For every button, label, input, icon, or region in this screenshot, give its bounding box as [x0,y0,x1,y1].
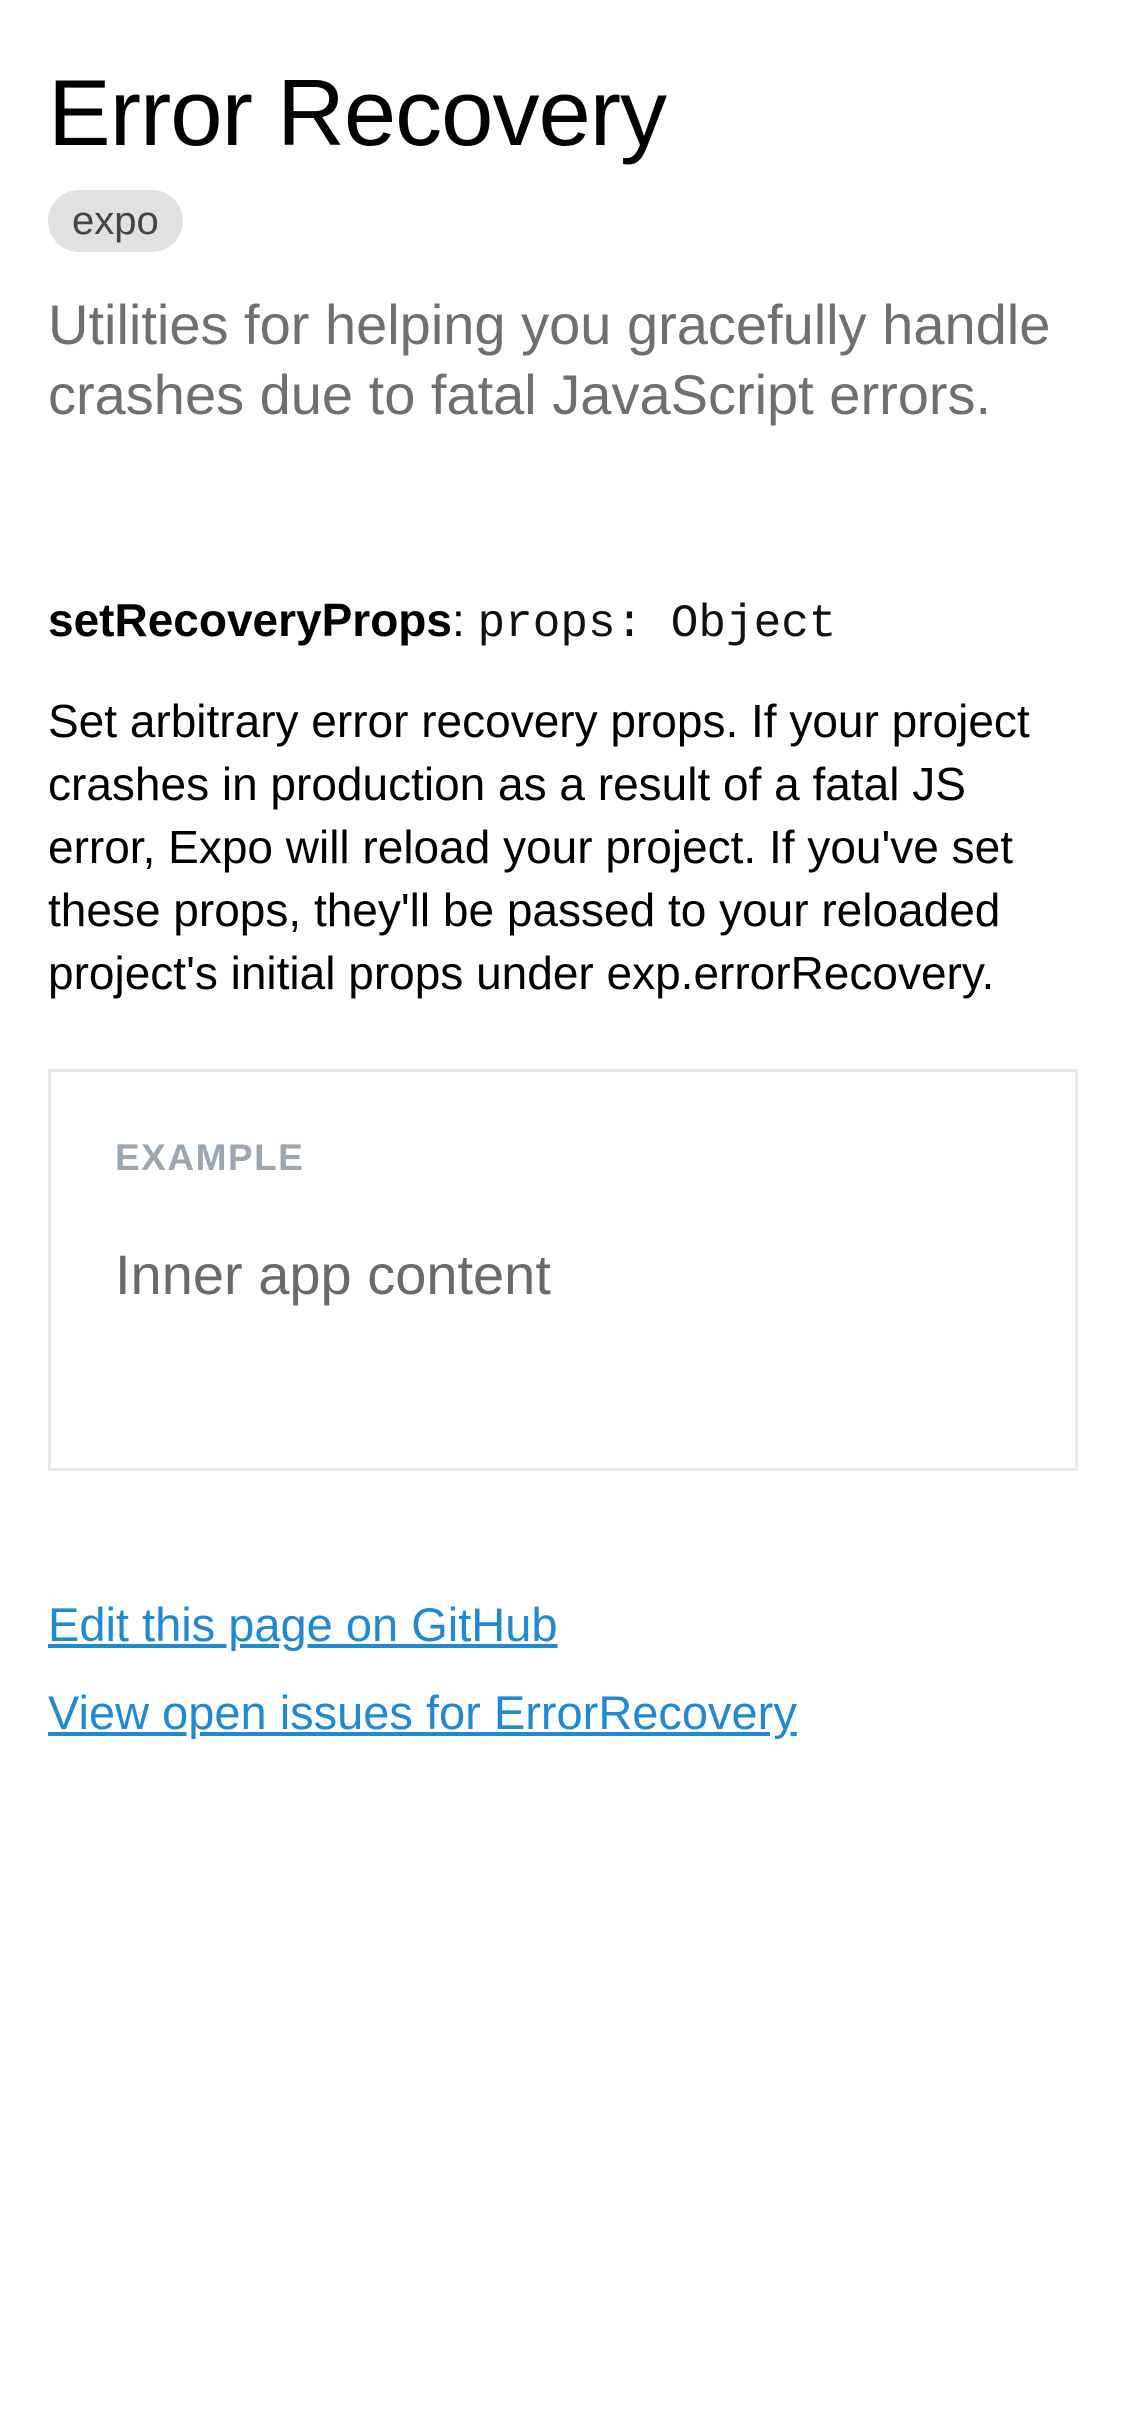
page: Error Recovery expo Utilities for helpin… [0,0,1125,2436]
method-description: Set arbitrary error recovery props. If y… [48,695,1030,999]
page-subtitle: Utilities for helping you gracefully han… [48,293,1051,426]
method-signature: props: Object [477,598,837,650]
example-content: Inner app content [115,1243,551,1306]
package-badge: expo [48,190,183,252]
method-separator: : [451,594,478,646]
view-open-issues-link[interactable]: View open issues for ErrorRecovery [48,1683,1077,1743]
page-title: Error Recovery [48,60,667,165]
footer-links: Edit this page on GitHub View open issue… [48,1595,1077,1743]
example-label: EXAMPLE [115,1137,305,1178]
badge-row: expo [48,168,1077,252]
example-box: EXAMPLE Inner app content [48,1069,1078,1471]
method-heading: setRecoveryProps: props: Object [48,588,1077,656]
edit-on-github-link[interactable]: Edit this page on GitHub [48,1595,1077,1655]
method-name: setRecoveryProps [48,594,452,646]
